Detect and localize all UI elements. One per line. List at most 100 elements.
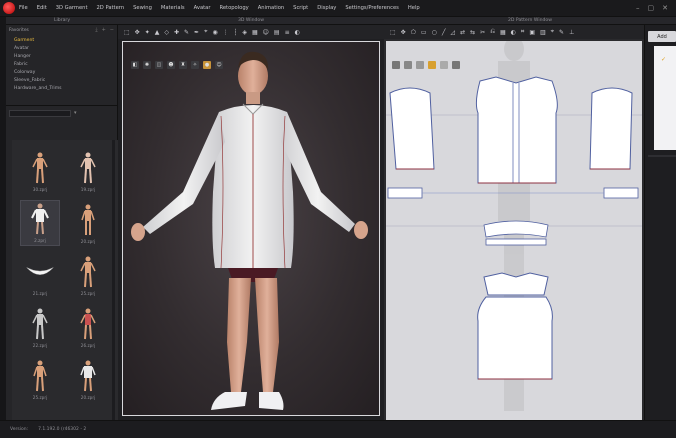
seam-icon[interactable]: ≡ [285, 29, 290, 36]
library-item-label: 25.zprj [80, 291, 96, 296]
app-logo-icon[interactable] [3, 2, 15, 14]
edit-pattern-icon[interactable]: ✥ [401, 29, 406, 36]
add-button[interactable]: Add [648, 31, 676, 42]
avatar-icon[interactable]: ☺ [263, 29, 269, 36]
viewport-2d[interactable] [386, 41, 642, 420]
close-icon[interactable]: ✕ [662, 4, 668, 12]
fold-arrange-icon[interactable]: ⎌ [490, 28, 495, 36]
topstitch-icon[interactable]: ┆ [234, 29, 238, 36]
library-item[interactable]: 25.zprj [20, 356, 60, 402]
fav-item-sleeve-fabric[interactable]: Sleeve_Fabric [6, 77, 117, 85]
folder-path-dropdown[interactable] [9, 109, 71, 117]
library-item[interactable]: 19.zprj [68, 148, 108, 194]
library-item[interactable]: 20.zprj [68, 200, 108, 246]
annotation-icon[interactable]: ✎ [559, 29, 564, 36]
library-item-selected[interactable]: 2.zprj [20, 200, 60, 246]
camera-icon[interactable]: ◧ [131, 61, 139, 69]
menu-materials[interactable]: Materials [161, 5, 185, 11]
window-2d: ⬚ ✥ ⬠ ▭ ○ ╱ ◿ ⇄ ⇆ ✂ ⎌ ▦ ◐ ⌗ ▣ ▥ ⌖ ✎ ⊥ [384, 25, 644, 420]
measure-2d-icon[interactable]: ⌖ [551, 28, 554, 36]
texture-edit-icon[interactable]: ▦ [500, 29, 506, 36]
view-mode-icon[interactable] [392, 61, 400, 69]
trim-icon[interactable]: ◈ [242, 29, 247, 36]
add-icon[interactable]: + [102, 27, 106, 33]
segment-sewing-icon[interactable]: ⇄ [460, 29, 465, 36]
pen-icon[interactable]: ✒ [194, 29, 199, 36]
library-item[interactable]: 22.zprj [20, 304, 60, 350]
menu-file[interactable]: File [19, 5, 28, 11]
simulation-icon[interactable]: ▲ [155, 29, 160, 36]
fav-item-hardware[interactable]: Hardware_and_Trims [6, 85, 117, 93]
notch-icon[interactable]: ⊥ [569, 29, 574, 36]
grading-icon[interactable]: ▥ [540, 29, 546, 36]
maximize-icon[interactable]: ▢ [648, 4, 655, 12]
fabric-icon[interactable]: ▤ [274, 29, 280, 36]
menu-sewing[interactable]: Sewing [133, 5, 152, 11]
menu-3d-garment[interactable]: 3D Garment [56, 5, 88, 11]
highlight-icon[interactable] [428, 61, 436, 69]
menu-animation[interactable]: Animation [258, 5, 284, 11]
show-avatar-icon[interactable]: ☻ [167, 61, 175, 69]
dart-icon[interactable]: ◿ [450, 29, 455, 36]
internal-line-icon[interactable]: ╱ [442, 29, 446, 36]
avatar-thumbnail [80, 308, 96, 340]
download-icon[interactable]: ⤓ [95, 27, 97, 33]
chevron-down-icon[interactable]: ▾ [74, 110, 77, 116]
transform-icon[interactable]: ✥ [135, 29, 140, 36]
render-icon[interactable]: ● [203, 61, 211, 69]
free-sewing-icon[interactable]: ⇆ [470, 29, 475, 36]
fabric-texture-icon[interactable] [416, 61, 424, 69]
tack-icon[interactable]: ✚ [174, 29, 179, 36]
menu-help[interactable]: Help [408, 5, 420, 11]
graphic-2d-icon[interactable]: ◐ [511, 29, 516, 36]
library-item[interactable]: 21.zprj [20, 252, 60, 298]
library-item-label: 30.zprj [32, 187, 48, 192]
minimize-icon[interactable]: – [636, 4, 640, 12]
texture-icon[interactable]: ▦ [252, 29, 258, 36]
lighting-icon[interactable]: ✺ [143, 61, 151, 69]
transform-pattern-icon[interactable]: ⬚ [390, 29, 396, 36]
fav-item-colorway[interactable]: Colorway [6, 69, 117, 77]
select-mesh-icon[interactable]: ⬚ [124, 29, 130, 36]
graphic-icon[interactable]: ◐ [295, 29, 300, 36]
measure-icon[interactable]: ⌖ [204, 28, 207, 36]
layer-icon[interactable] [452, 61, 460, 69]
display-mode-icon[interactable]: ◫ [155, 61, 163, 69]
polygon-icon[interactable]: ⬠ [411, 29, 416, 36]
button-icon[interactable]: ◉ [212, 29, 217, 36]
avatar-toggle-icon[interactable]: ☺ [215, 61, 223, 69]
fold-icon[interactable]: ◇ [164, 29, 169, 36]
zipper-icon[interactable]: ⋮ [223, 29, 229, 36]
library-scrollbar[interactable] [112, 140, 115, 430]
pin-icon[interactable]: ✦ [145, 29, 150, 36]
rectangle-icon[interactable]: ▭ [421, 29, 427, 36]
menu-display[interactable]: Display [317, 5, 336, 11]
menu-settings[interactable]: Settings/Preferences [345, 5, 399, 11]
viewport-3d[interactable]: ◧ ✺ ◫ ☻ ♜ ✧ ● ☺ [122, 41, 380, 416]
avatar-thumbnail [32, 308, 48, 340]
trace-icon[interactable]: ⌗ [521, 28, 524, 36]
menu-2d-pattern[interactable]: 2D Pattern [97, 5, 125, 11]
snap-icon[interactable] [440, 61, 448, 69]
fav-item-fabric[interactable]: Fabric [6, 61, 117, 69]
brush-icon[interactable]: ✎ [184, 29, 189, 36]
fav-item-hanger[interactable]: Hanger [6, 53, 117, 61]
pattern-display-icon[interactable] [404, 61, 412, 69]
remove-icon[interactable]: − [110, 27, 114, 33]
show-garment-icon[interactable]: ♜ [179, 61, 187, 69]
menu-edit[interactable]: Edit [37, 5, 47, 11]
edit-sewing-icon[interactable]: ✂ [480, 29, 485, 36]
menu-retopology[interactable]: Retopology [219, 5, 248, 11]
show-pins-icon[interactable]: ✧ [191, 61, 199, 69]
fav-item-garment[interactable]: Garment [6, 37, 117, 45]
menu-script[interactable]: Script [293, 5, 308, 11]
library-item[interactable]: 26.zprj [68, 304, 108, 350]
library-item[interactable]: 30.zprj [20, 148, 60, 194]
library-item[interactable]: 20.zprj [68, 356, 108, 402]
menu-avatar[interactable]: Avatar [194, 5, 211, 11]
library-item[interactable]: 25.zprj [68, 252, 108, 298]
fav-item-avatar[interactable]: Avatar [6, 45, 117, 53]
seam-allowance-icon[interactable]: ▣ [529, 29, 535, 36]
library-item-label: 2.zprj [34, 238, 46, 243]
circle-icon[interactable]: ○ [432, 29, 437, 36]
